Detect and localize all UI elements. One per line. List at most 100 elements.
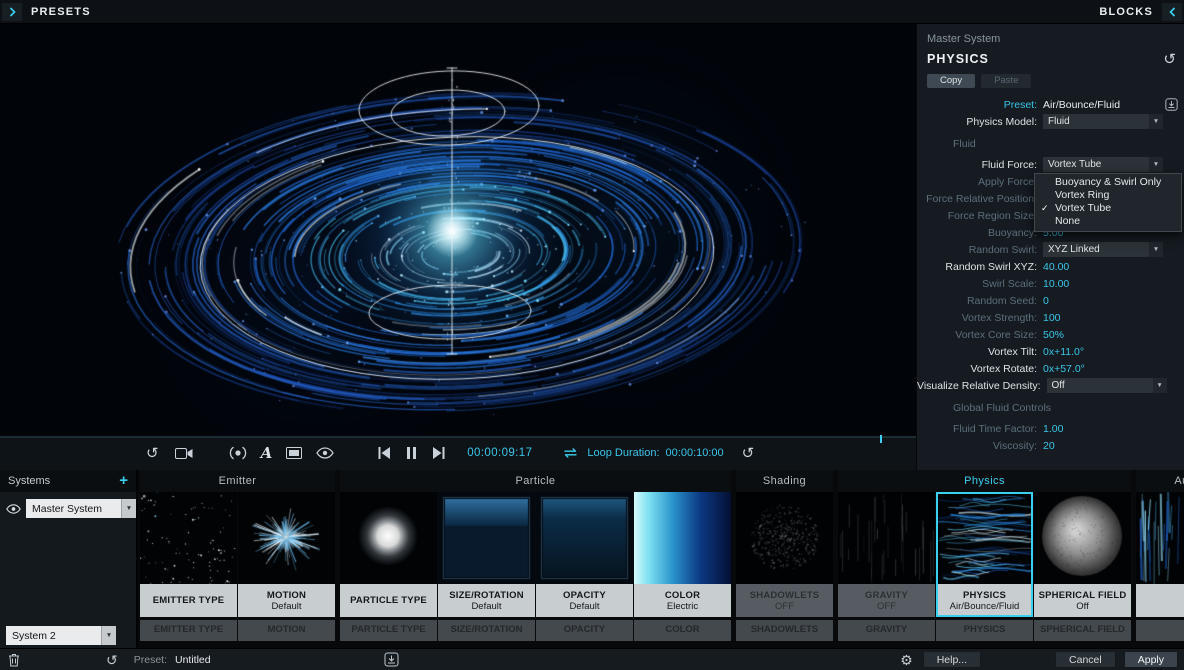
block-gravity[interactable]: GRAVITYOFFGRAVITY (838, 492, 935, 641)
add-system-button[interactable]: + (119, 474, 128, 488)
block-spherical-field[interactable]: SPHERICAL FIELDOffSPHERICAL FIELD (1034, 492, 1131, 641)
next-row-block-label: PHYSICS (936, 620, 1033, 641)
param-label: Random Seed: (917, 295, 1043, 307)
param-value[interactable]: Air/Bounce/Fluid (1043, 99, 1120, 111)
physics-panel: Master System ↺ PHYSICS CopyPaste Preset… (916, 24, 1184, 470)
physics-rows: Preset:Air/Bounce/FluidPhysics Model:Flu… (917, 96, 1184, 454)
current-time-display[interactable]: 00:00:09:17 (467, 447, 532, 459)
param-row: Random Swirl:XYZ Linked▼ (917, 241, 1184, 258)
block-aux[interactable] (1136, 492, 1184, 641)
param-value[interactable]: 0x+11.0° (1043, 346, 1084, 358)
save-preset-button[interactable] (384, 652, 399, 667)
param-value[interactable]: 10.00 (1043, 278, 1069, 290)
param-value[interactable]: 0 (1043, 295, 1049, 307)
next-row-block-label (1136, 620, 1184, 641)
paste-button[interactable]: Paste (981, 74, 1031, 88)
block-particle-type[interactable]: PARTICLE TYPEPARTICLE TYPE (340, 492, 437, 641)
section-label: Global Fluid Controls (917, 394, 1184, 420)
viewport-canvas[interactable] (0, 24, 916, 435)
block-thumbnail (340, 492, 437, 584)
chevron-down-icon: ▼ (1153, 378, 1167, 393)
reset-preset-button[interactable]: ↺ (106, 653, 118, 667)
block-title: EMITTER TYPE (140, 595, 237, 606)
system-2-select[interactable]: System 2 ▼ (6, 626, 116, 645)
block-shadowlets[interactable]: SHADOWLETSOFFSHADOWLETS (736, 492, 833, 641)
cancel-button[interactable]: Cancel (1055, 651, 1116, 668)
reset-view-button[interactable]: ↺ (146, 446, 159, 461)
help-button[interactable]: Help... (923, 651, 981, 668)
playhead[interactable] (880, 435, 882, 443)
system-name-label: Master System (917, 24, 1184, 45)
block-groups: Emitter EMITTER TYPE EMITTER TYPEMOTIONDef… (140, 470, 1184, 648)
block-size-rotation[interactable]: SIZE/ROTATIONDefaultSIZE/ROTATION (438, 492, 535, 641)
param-value[interactable]: 0x+57.0° (1043, 363, 1085, 375)
eye-icon (316, 447, 334, 459)
param-dropdown-random-swirl[interactable]: XYZ Linked▼ (1043, 242, 1163, 257)
param-value[interactable]: 50% (1043, 329, 1064, 341)
block-subtitle: OFF (736, 601, 833, 612)
save-preset-button[interactable] (1165, 98, 1178, 111)
chevron-right-icon (8, 7, 17, 17)
timeline-track[interactable] (0, 436, 916, 438)
apply-button[interactable]: Apply (1124, 651, 1178, 668)
param-label: Swirl Scale: (917, 278, 1043, 290)
block-thumbnail (838, 492, 935, 584)
letter-a-button[interactable]: A (261, 444, 273, 462)
block-group-header-shading[interactable]: Shading (736, 470, 833, 492)
block-group-header-particle[interactable]: Particle (340, 470, 731, 492)
frame-button[interactable] (286, 447, 302, 459)
panel-reset-button[interactable]: ↺ (1163, 52, 1176, 67)
param-label: Preset: (917, 99, 1043, 111)
block-physics[interactable]: PHYSICSAir/Bounce/FluidPHYSICS (936, 492, 1033, 641)
motion-blur-button[interactable] (229, 446, 247, 460)
blocks-collapse-button[interactable] (1162, 3, 1182, 21)
menu-item-vortex-ring[interactable]: Vortex Ring (1035, 189, 1181, 202)
next-row-block-label: EMITTER TYPE (140, 620, 237, 641)
param-value[interactable]: 40.00 (1043, 261, 1069, 273)
block-group-emitter: Emitter EMITTER TYPE EMITTER TYPEMOTIONDef… (140, 470, 335, 648)
param-value[interactable]: 1.00 (1043, 423, 1063, 435)
param-dropdown-fluid-force[interactable]: Vortex Tube▼ (1043, 157, 1163, 172)
visibility-button[interactable] (316, 447, 334, 459)
playback-toolbar: ↺ A 00:00:09:17 Loop Duration: 00:00:10:… (0, 435, 916, 470)
block-title: SPHERICAL FIELD (1034, 590, 1131, 601)
chevron-down-icon: ▼ (121, 499, 136, 518)
block-group-header-aux[interactable]: Aux (1136, 470, 1184, 492)
copy-button[interactable]: Copy (927, 74, 975, 88)
loop-button[interactable] (562, 447, 579, 459)
block-opacity[interactable]: OPACITYDefaultOPACITY (536, 492, 633, 641)
delete-button[interactable] (8, 653, 20, 667)
param-row: Vortex Core Size:50% (917, 326, 1184, 343)
param-dropdown-visualize-relative-density[interactable]: Off▼ (1047, 378, 1167, 393)
dropdown-value: XYZ Linked (1043, 244, 1149, 255)
undo-icon: ↺ (742, 446, 755, 461)
menu-item-buoyancy-swirl-only[interactable]: Buoyancy & Swirl Only (1035, 176, 1181, 189)
param-value[interactable]: 20 (1043, 440, 1055, 452)
preset-name[interactable]: Untitled (175, 654, 211, 666)
block-group-header-emitter[interactable]: Emitter (140, 470, 335, 492)
settings-button[interactable]: ⚙ (900, 653, 913, 667)
system-select[interactable]: Master System ▼ (26, 499, 136, 518)
param-row: Random Swirl XYZ:40.00 (917, 258, 1184, 275)
camera-button[interactable] (175, 447, 193, 460)
param-value[interactable]: 100 (1043, 312, 1061, 324)
block-title: PHYSICS (936, 590, 1033, 601)
block-title: SIZE/ROTATION (438, 590, 535, 601)
param-dropdown-physics-model[interactable]: Fluid▼ (1043, 114, 1163, 129)
block-group-header-physics[interactable]: Physics (838, 470, 1131, 492)
pause-button[interactable] (407, 447, 416, 459)
next-frame-button[interactable] (433, 447, 445, 459)
param-label: Vortex Tilt: (917, 346, 1043, 358)
block-color[interactable]: COLORElectricCOLOR (634, 492, 731, 641)
next-row-block-label: COLOR (634, 620, 731, 641)
block-motion[interactable]: MOTIONDefaultMOTION (238, 492, 335, 641)
system-visibility-toggle[interactable] (6, 504, 21, 514)
menu-item-none[interactable]: None (1035, 215, 1181, 228)
menu-item-vortex-tube[interactable]: ✓Vortex Tube (1035, 202, 1181, 215)
previous-frame-button[interactable] (378, 447, 390, 459)
loop-duration-value[interactable]: 00:00:10:00 (666, 447, 724, 459)
viewport[interactable] (0, 24, 916, 435)
block-emitter-type[interactable]: EMITTER TYPE EMITTER TYPE (140, 492, 237, 641)
presets-expand-button[interactable] (2, 3, 22, 21)
loop-reset-button[interactable]: ↺ (742, 446, 755, 461)
